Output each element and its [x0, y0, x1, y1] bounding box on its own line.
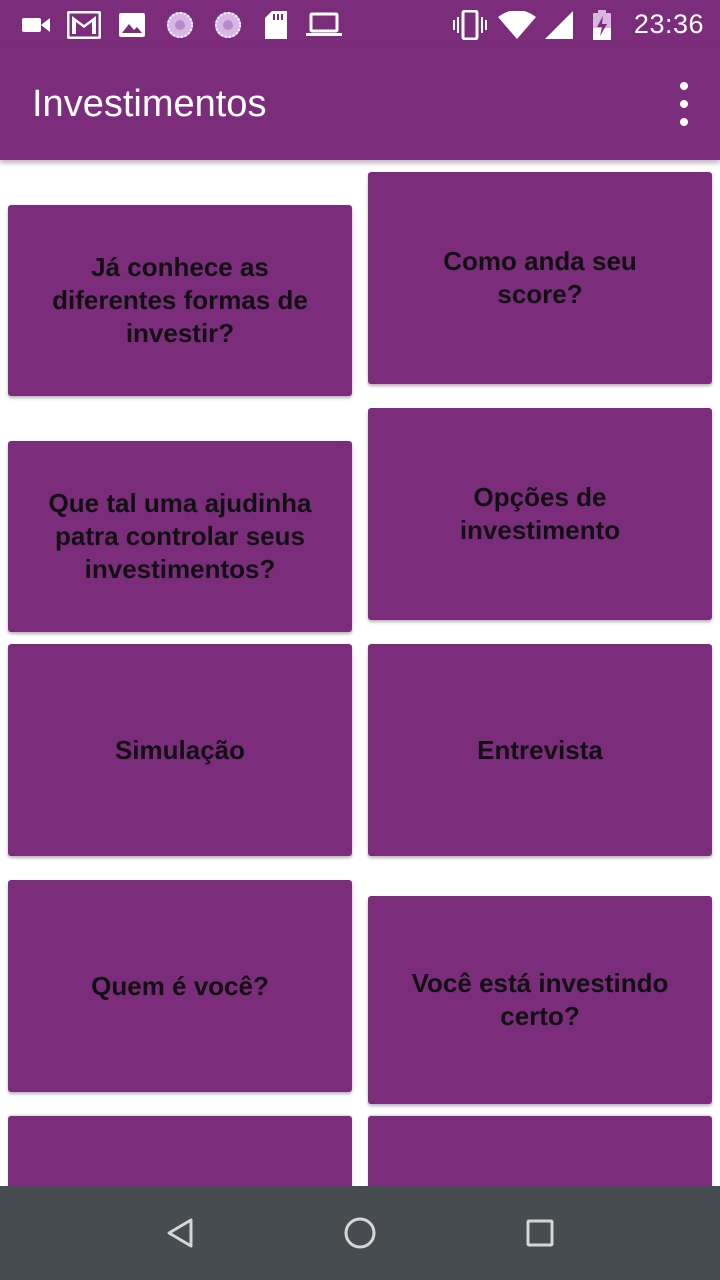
- card-controlar-investimentos[interactable]: Que tal uma ajudinha patra controlar seu…: [8, 441, 352, 632]
- card-investindo-certo[interactable]: Você está investindo certo?: [368, 896, 712, 1104]
- cards-grid: Já conhece as diferentes formas de inves…: [0, 160, 720, 1186]
- card-label: Você está investindo certo?: [411, 968, 669, 1031]
- sync-icon: [212, 10, 244, 40]
- card-formas-de-investir[interactable]: Já conhece as diferentes formas de inves…: [8, 205, 352, 396]
- wifi-icon: [498, 10, 536, 40]
- card-label: Que tal uma ajudinha patra controlar seu…: [48, 488, 312, 584]
- laptop-icon: [306, 10, 342, 40]
- card-opcoes-de-investimento[interactable]: Opções de investimento: [368, 408, 712, 620]
- card-label: Simulação: [114, 734, 246, 765]
- card-partial-right[interactable]: [368, 1116, 712, 1186]
- card-label: Já conhece as diferentes formas de inves…: [52, 252, 308, 348]
- status-bar: 23:36: [0, 0, 720, 48]
- card-label: Como anda seu score?: [443, 246, 637, 309]
- card-entrevista[interactable]: Entrevista: [368, 644, 712, 856]
- card-quem-e-voce[interactable]: Quem é você?: [8, 880, 352, 1092]
- card-label: Quem é você?: [91, 970, 269, 1001]
- card-label: Entrevista: [477, 734, 603, 765]
- signal-icon: [544, 10, 574, 40]
- card-label: Opções de investimento: [459, 482, 621, 545]
- navigation-bar: [0, 1186, 720, 1280]
- app-bar: Investimentos: [0, 48, 720, 160]
- back-icon[interactable]: [155, 1208, 205, 1258]
- image-icon: [118, 10, 146, 40]
- sd-card-icon: [264, 10, 288, 40]
- battery-charging-icon: [592, 10, 612, 40]
- page-title: Investimentos: [32, 83, 267, 125]
- video-camera-icon: [22, 10, 50, 40]
- home-icon[interactable]: [335, 1208, 385, 1258]
- more-vert-icon[interactable]: [672, 82, 696, 126]
- card-score[interactable]: Como anda seu score?: [368, 172, 712, 384]
- recents-icon[interactable]: [515, 1208, 565, 1258]
- sync-icon: [164, 10, 196, 40]
- gmail-icon: [66, 10, 102, 40]
- status-time: 23:36: [633, 9, 704, 39]
- card-partial-left[interactable]: [8, 1116, 352, 1186]
- card-simulacao[interactable]: Simulação: [8, 644, 352, 856]
- vibrate-icon: [452, 10, 488, 40]
